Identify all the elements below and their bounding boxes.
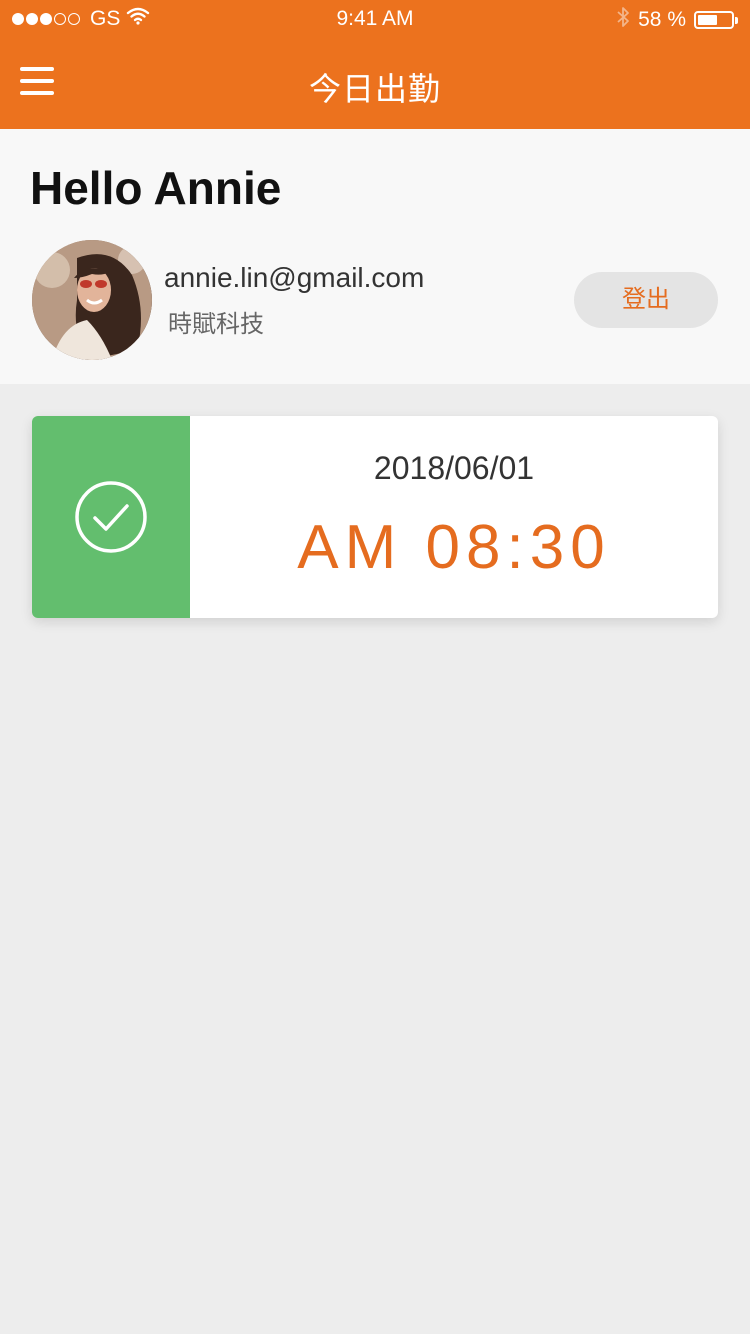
attendance-status (32, 416, 190, 618)
profile-section: Hello Annie annie.lin@gmail.com 時賦科技 登出 (0, 129, 750, 384)
battery-percentage: 58 % (638, 8, 686, 31)
attendance-time: AM 08:30 (297, 513, 611, 582)
status-bar-right: 58 % (616, 6, 738, 34)
avatar (32, 240, 152, 360)
attendance-card[interactable]: 2018/06/01 AM 08:30 (32, 416, 718, 618)
status-bar: GS 9:41 AM 58 % (0, 0, 750, 40)
bluetooth-icon (616, 6, 630, 34)
attendance-date: 2018/06/01 (373, 450, 535, 486)
battery-fill (698, 15, 717, 25)
battery-icon (694, 11, 734, 29)
logout-button[interactable]: 登出 (574, 272, 718, 328)
user-email: annie.lin@gmail.com (164, 262, 425, 293)
battery-cap (735, 16, 738, 24)
check-circle-icon (75, 481, 147, 553)
company-name: 時賦科技 (168, 311, 264, 338)
navigation-bar: 今日出勤 (0, 40, 750, 129)
page-title: 今日出勤 (308, 71, 441, 107)
greeting: Hello Annie (30, 162, 282, 214)
